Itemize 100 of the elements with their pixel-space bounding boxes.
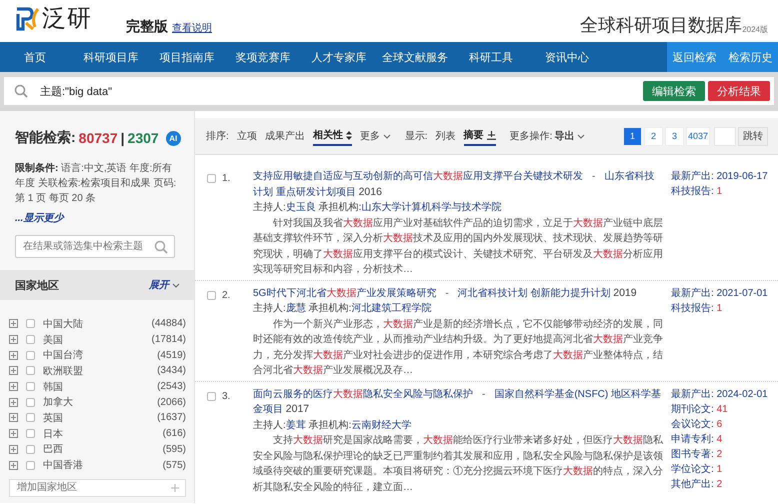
output-stat-link[interactable]: 最新产出: 2019-06-17 [671,170,778,184]
nav-link[interactable]: 首页 [0,42,73,72]
host-link[interactable]: 史玉良 [286,202,316,213]
org-link[interactable]: 云南财经大学 [351,420,412,430]
page-link[interactable]: 3 [664,126,684,146]
checkbox[interactable] [207,290,216,300]
output-stat-link[interactable]: 科技报告: 1 [671,302,778,316]
result-index: 2. [222,290,230,300]
page-input[interactable] [714,126,736,146]
output-stat-link[interactable]: 会议论文: 6 [671,418,778,432]
display-option[interactable]: 列表 [436,126,456,146]
nav-link[interactable]: 项目指南库 [149,42,225,72]
nav-link[interactable]: 奖项竞赛库 [225,42,301,72]
nav-link[interactable]: 返回检索 [666,50,722,64]
nav-link[interactable]: 科研工具 [453,42,529,72]
abstract-text: 作为一个新兴产业形态，大数据产业是新的经济增长点，它不仅能够带动经济的发展，同时还能有效的改造传统产业，从而推动产业结构升级。为了更好地提高河北省大数据产业竞争力，充分发挥大数据产业对社会进步的促进作用，本研究综合考虑了大数据产业整体特点，结合河北省大数据产业发展概况及存… [253,318,663,378]
host-link[interactable]: 庞慧 [286,303,306,314]
edit-search-button[interactable]: 编辑检索 [643,81,705,101]
expand-plus-icon[interactable] [9,366,18,376]
checkbox[interactable] [26,335,35,344]
facet-item-label[interactable]: 韩国 [43,380,158,394]
facet-title: 国家地区 [15,278,59,292]
host-link[interactable]: 姜茸 [286,420,306,430]
result-title-link[interactable]: 支持应用敏捷自适应与互动创新的高可信大数据应用支撑平台关键技术研发 - 山东省科技计划 重点研发计划项目 2016 [253,169,663,200]
expand-plus-icon[interactable] [9,444,18,454]
filter-search-field[interactable]: 在结果或筛选集中检索主题 [15,235,175,258]
nav-link[interactable]: 资讯中心 [529,42,605,72]
facet-item-label[interactable]: 巴西 [43,442,163,456]
checkbox[interactable] [26,429,35,438]
expand-plus-icon[interactable] [9,319,18,328]
analyze-results-button[interactable]: 分析结果 [708,81,770,101]
output-stat-link[interactable]: 期刊论文: 41 [671,402,778,416]
checkbox[interactable] [26,398,35,407]
page-link[interactable]: 1 [622,126,642,146]
sort-option[interactable]: 立项 [236,126,257,146]
checkbox[interactable] [26,366,35,376]
facet-item-label[interactable]: 中国香港 [43,458,163,472]
expand-link[interactable]: 展开 [149,278,180,292]
output-stat-link[interactable]: 最新产出: 2024-02-01 [671,388,778,402]
facet-item-label[interactable]: 英国 [43,410,158,425]
expand-plus-icon[interactable] [9,382,18,392]
add-region-input[interactable]: 增加国家地区 [10,480,171,496]
checkbox[interactable] [26,460,35,470]
expand-plus-icon[interactable] [9,350,18,360]
filter-search-input[interactable]: 在结果或筛选集中检索主题 [16,236,154,257]
org-label: 承担机构: [308,420,352,430]
result-title-link[interactable]: 面向云服务的医疗大数据隐私安全风险与隐私保护 - 国家自然科学基金(NSFC) 地区科学基金项目 2017 [253,386,663,418]
facet-item-label[interactable]: 加拿大 [43,395,158,410]
checkbox[interactable] [26,319,35,328]
host-label: 主持人: [253,303,286,314]
checkbox[interactable] [207,392,216,400]
more-actions-label: 更多操作: [510,130,552,143]
expand-plus-icon[interactable] [9,413,18,422]
result-title-link[interactable]: 5G时代下河北省大数据产业发展策略研究 - 河北省科技计划 创新能力提升计划 2019 [253,286,663,301]
output-stat-link[interactable]: 图书专著: 2 [671,448,778,462]
count-separator: | [120,130,125,146]
sort-option[interactable]: 成果产出 [264,126,305,146]
nav-link[interactable]: 人才专家库 [301,42,377,72]
output-stat-link[interactable]: 学位论文: 1 [671,462,778,476]
output-stat-link[interactable]: 其他产出: 2 [671,478,778,492]
nav-link[interactable]: 检索历史 [722,50,778,64]
host-label: 主持人: [253,202,286,213]
page-link[interactable]: 2 [644,126,663,146]
expand-plus-icon[interactable] [9,460,18,470]
output-stat-link[interactable]: 科技报告: 1 [671,185,778,199]
checkbox[interactable] [26,382,35,392]
help-link[interactable]: 查看说明 [172,21,212,35]
page-link[interactable]: 4037 [686,126,710,146]
host-label: 主持人: [253,420,286,430]
output-stat-link[interactable]: 申请专利: 4 [671,432,778,446]
checkbox[interactable] [207,174,216,183]
expand-plus-icon[interactable] [9,429,18,438]
jump-button[interactable]: 跳转 [738,126,768,146]
chevron-down-icon [172,282,180,288]
checkbox[interactable] [26,413,35,422]
total-count: 80737 [78,130,118,146]
add-region-field[interactable]: 增加国家地区 [9,478,186,497]
search-field[interactable]: 主题:"big data" 编辑检索 分析结果 [4,77,774,105]
checkbox[interactable] [26,350,35,360]
facet-item-label[interactable]: 美国 [43,332,152,347]
site-title: 全球科研项目数据库 [580,14,742,37]
export-dropdown[interactable]: 导出 [554,126,586,146]
more-sort-dropdown[interactable]: 更多 [360,126,391,146]
sort-option[interactable]: 相关性 [312,126,352,146]
expand-plus-icon[interactable] [9,398,18,407]
org-link[interactable]: 山东大学计算机科学与技术学院 [361,202,502,213]
facet-item-label[interactable]: 中国大陆 [43,316,152,331]
display-option[interactable]: 摘要 [464,126,496,146]
search-icon [154,240,168,254]
expand-plus-icon[interactable] [9,335,18,344]
output-stat-link[interactable]: 最新产出: 2021-07-01 [671,286,778,300]
show-less-link[interactable]: ...显示更少 [15,211,64,225]
ai-badge[interactable]: AI [166,130,181,146]
nav-link[interactable]: 科研项目库 [73,42,149,72]
facet-item-label[interactable]: 中国台湾 [43,348,158,362]
org-link[interactable]: 河北建筑工程学院 [351,303,432,314]
checkbox[interactable] [26,444,35,454]
facet-item-label[interactable]: 日本 [43,426,163,441]
facet-item-label[interactable]: 欧洲联盟 [43,364,158,378]
nav-link[interactable]: 全球文献服务 [377,42,453,72]
